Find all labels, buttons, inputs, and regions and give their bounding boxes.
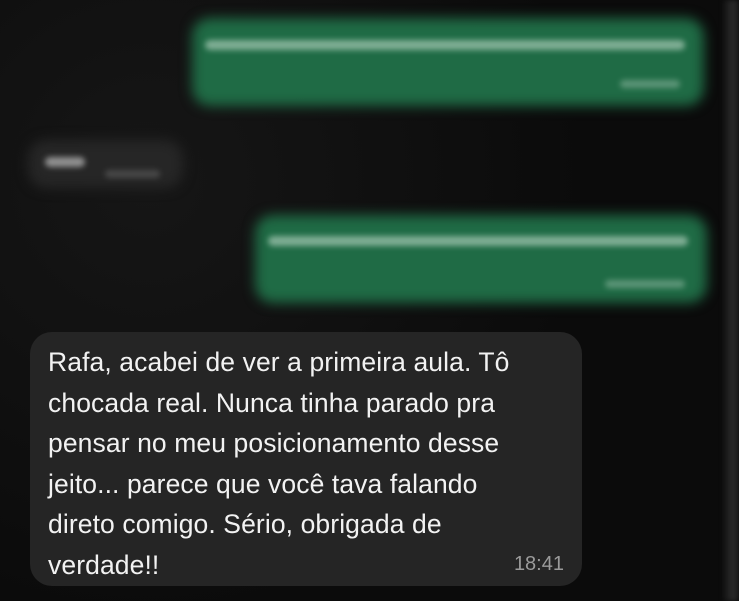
message-text: Rafa, acabei de ver a primeira aula. Tô …	[48, 347, 510, 580]
message-timestamp: 18:41	[513, 553, 564, 575]
blurred-message-meta	[105, 170, 160, 178]
screen-edge	[723, 0, 739, 601]
blurred-message-text	[268, 236, 688, 246]
blurred-message-text	[205, 40, 685, 50]
blurred-message-meta	[620, 80, 680, 88]
blurred-message-meta	[605, 280, 685, 288]
blurred-outgoing-message[interactable]	[192, 18, 704, 106]
blurred-outgoing-message[interactable]	[255, 215, 707, 303]
blurred-message-text	[45, 157, 85, 167]
incoming-message-bubble[interactable]: Rafa, acabei de ver a primeira aula. Tô …	[30, 332, 582, 586]
